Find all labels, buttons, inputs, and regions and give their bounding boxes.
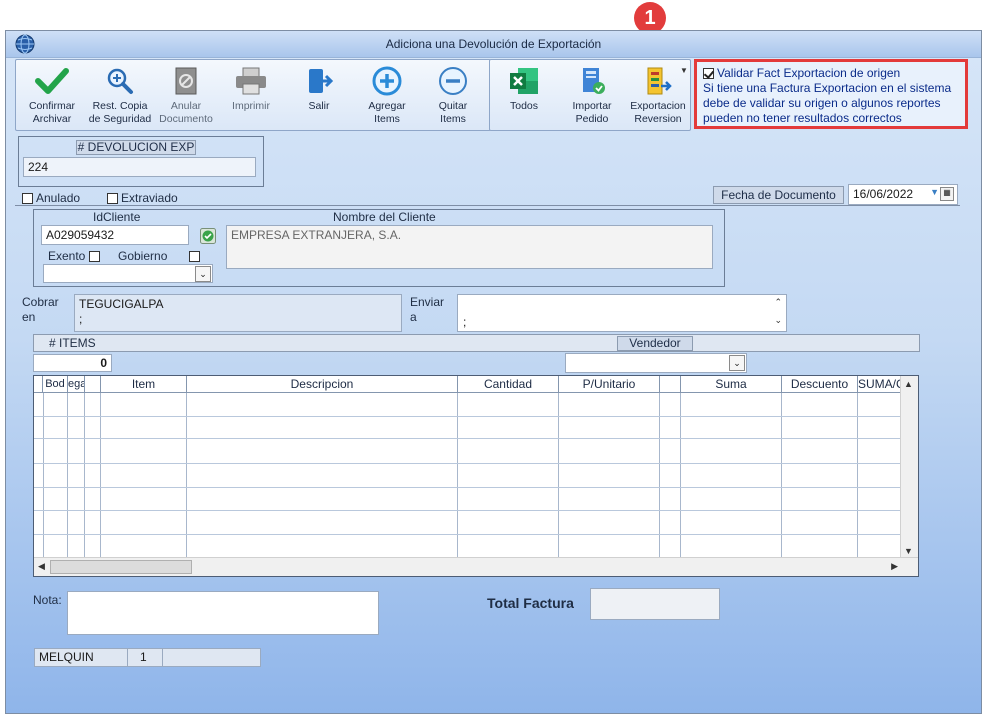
col-descripcion[interactable]: Descripcion — [187, 376, 458, 393]
col-punitario[interactable]: P/Unitario — [559, 376, 660, 393]
scroll-left-icon[interactable]: ◀ — [38, 561, 45, 572]
total-label: Total Factura — [487, 595, 574, 611]
excel-icon — [510, 68, 538, 94]
scroll-up-icon[interactable]: ▲ — [904, 379, 913, 389]
nota-label: Nota: — [33, 593, 62, 607]
table-row — [34, 463, 900, 464]
callout-text-1: Si tiene una Factura Exportacion en el s… — [703, 81, 952, 95]
add-items-button[interactable]: Agregar Items — [354, 66, 420, 126]
exento-checkbox[interactable] — [89, 251, 100, 262]
vertical-scrollbar[interactable]: ▲ ▼ — [900, 376, 918, 558]
export-reversion-icon — [647, 67, 672, 95]
void-document-icon — [175, 67, 197, 95]
window-title: Adiciona una Devolución de Exportación — [385, 37, 602, 51]
exit-button[interactable]: Salir — [288, 66, 350, 113]
vendedor-select[interactable]: ⌄ — [565, 353, 747, 373]
table-row — [34, 534, 900, 535]
col-descuento[interactable]: Descuento — [782, 376, 858, 393]
validation-callout: Validar Fact Exportacion de origen Si ti… — [694, 59, 968, 129]
all-excel-button[interactable]: Todos — [492, 66, 556, 113]
enviar-field[interactable]: ; ⌃ ⌄ — [457, 294, 787, 332]
callout-text-2: debe de validar su origen o algunos repo… — [703, 96, 941, 110]
restore-backup-button[interactable]: Rest. Copia de Seguridad — [86, 66, 154, 126]
import-order-icon — [583, 68, 605, 94]
chevron-down-icon[interactable]: ⌄ — [729, 355, 745, 371]
import-order-button[interactable]: Importar Pedido — [560, 66, 624, 126]
client-type-select[interactable]: ⌄ — [43, 264, 213, 283]
title-bar: Adiciona una Devolución de Exportación — [6, 31, 981, 58]
horizontal-scrollbar[interactable]: ◀ ▶ — [34, 557, 918, 576]
zoom-add-icon — [107, 68, 133, 94]
date-dropdown-icon[interactable]: ▼ — [930, 187, 939, 197]
col-cantidad[interactable]: Cantidad — [458, 376, 559, 393]
validate-origin-row[interactable]: Validar Fact Exportacion de origen — [703, 66, 959, 81]
gobierno-label: Gobierno — [118, 249, 168, 263]
enviar-label: Enviar a — [410, 295, 445, 324]
col-bodega-b[interactable]: ega — [68, 376, 85, 393]
col-suma[interactable]: Suma — [681, 376, 782, 393]
confirm-archive-button[interactable]: Confirmar Archivar — [18, 66, 86, 126]
col-suma-c[interactable]: SUMA/C — [858, 376, 903, 393]
cobrar-label: Cobrar en — [22, 295, 59, 324]
scroll-up-icon[interactable]: ⌃ — [774, 297, 782, 308]
scroll-thumb[interactable] — [50, 560, 192, 574]
gobierno-checkbox[interactable] — [189, 251, 201, 262]
table-row — [34, 438, 900, 439]
items-grid[interactable]: Bod ega Item Descripcion Cantidad P/Unit… — [33, 375, 919, 577]
toolbar-overflow-icon[interactable]: ▼ — [680, 66, 688, 75]
void-document-button[interactable]: Anular Documento — [154, 66, 218, 126]
doc-number-field[interactable]: 224 — [23, 157, 256, 177]
chevron-down-icon[interactable]: ⌄ — [195, 266, 211, 282]
client-name-header: Nombre del Cliente — [333, 210, 436, 224]
col-blank-2[interactable] — [660, 376, 681, 393]
client-id-header: IdCliente — [93, 210, 141, 224]
remove-items-button[interactable]: Quitar Items — [420, 66, 486, 126]
anulado-row[interactable]: Anulado — [22, 191, 80, 205]
validate-origin-label: Validar Fact Exportacion de origen — [717, 66, 901, 80]
client-id-field[interactable]: A029059432 — [41, 225, 189, 245]
validate-origin-checkbox[interactable] — [703, 68, 714, 79]
validate-client-icon[interactable] — [200, 228, 216, 244]
exit-door-icon — [309, 69, 334, 93]
callout-text-3: pueden no tener resultados correctos — [703, 111, 902, 125]
printer-icon — [236, 67, 266, 95]
doc-number-header: # DEVOLUCION EXP — [76, 140, 196, 155]
vendedor-label: Vendedor — [617, 336, 693, 351]
table-row — [34, 416, 900, 417]
nota-field[interactable] — [67, 591, 379, 635]
plus-circle-icon — [372, 66, 402, 96]
cobrar-field[interactable]: TEGUCIGALPA; — [74, 294, 402, 332]
date-field[interactable]: 16/06/2022 ▼ ▦ — [848, 184, 958, 205]
scroll-right-icon[interactable]: ▶ — [891, 561, 898, 572]
col-item[interactable]: Item — [101, 376, 187, 393]
row-indicator-header — [34, 376, 43, 393]
col-bodega-a[interactable]: Bod — [43, 376, 68, 393]
anulado-checkbox[interactable] — [22, 193, 33, 204]
status-field — [162, 648, 261, 667]
session-number: 1 — [127, 648, 163, 667]
table-row — [34, 487, 900, 488]
col-blank-1[interactable] — [85, 376, 101, 393]
client-name-field[interactable]: EMPRESA EXTRANJERA, S.A. — [226, 225, 713, 269]
print-button[interactable]: Imprimir — [218, 66, 284, 113]
user-field: MELQUIN — [34, 648, 128, 667]
date-label: Fecha de Documento — [713, 186, 844, 204]
separator-line — [15, 205, 960, 206]
export-reversion-button[interactable]: Exportacion Reversion — [626, 66, 690, 126]
scroll-down-icon[interactable]: ⌄ — [774, 315, 782, 326]
items-bar — [33, 334, 920, 352]
checkmark-icon — [35, 68, 69, 94]
table-row — [34, 510, 900, 511]
exento-label: Exento — [48, 249, 86, 263]
minus-circle-icon — [439, 67, 467, 95]
items-count: 0 — [33, 354, 112, 372]
scroll-down-icon[interactable]: ▼ — [904, 546, 913, 556]
extraviado-checkbox[interactable] — [107, 193, 118, 204]
items-label: # ITEMS — [49, 336, 96, 350]
extraviado-row[interactable]: Extraviado — [107, 191, 178, 205]
total-field — [590, 588, 720, 620]
date-value: 16/06/2022 — [853, 187, 914, 201]
calendar-icon[interactable]: ▦ — [940, 187, 954, 201]
